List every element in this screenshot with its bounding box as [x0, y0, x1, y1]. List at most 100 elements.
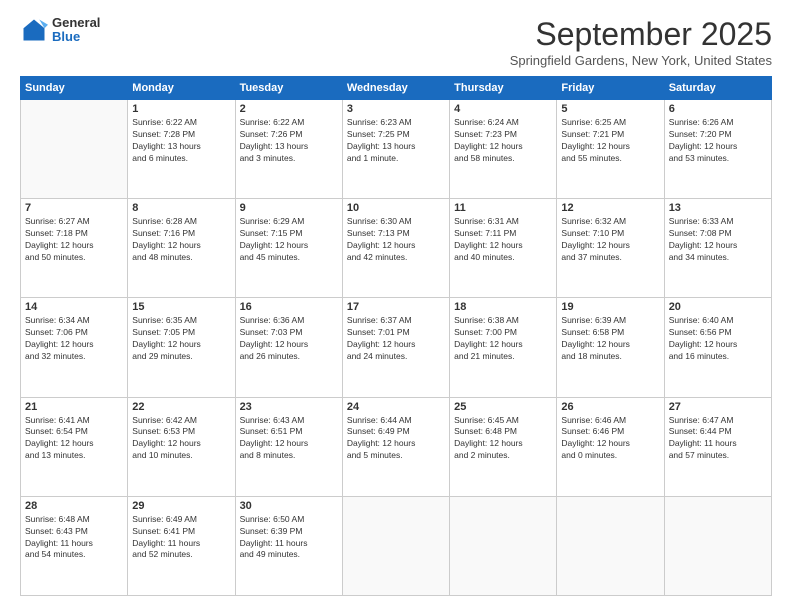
day-number: 27 [669, 401, 767, 413]
calendar-cell: 15Sunrise: 6:35 AMSunset: 7:05 PMDayligh… [128, 298, 235, 397]
cell-info: Sunrise: 6:28 AMSunset: 7:16 PMDaylight:… [132, 216, 230, 264]
day-number: 28 [25, 500, 123, 512]
calendar-week-row: 21Sunrise: 6:41 AMSunset: 6:54 PMDayligh… [21, 397, 772, 496]
day-number: 25 [454, 401, 552, 413]
calendar-cell: 2 Sunrise: 6:22 AMSunset: 7:26 PMDaylight… [235, 100, 342, 199]
day-number: 22 [132, 401, 230, 413]
calendar-cell: 25 Sunrise: 6:45 AMSunset: 6:48 PMDayligh… [450, 397, 557, 496]
day-number: 11 [454, 202, 552, 214]
calendar-cell: 12Sunrise: 6:32 AMSunset: 7:10 PMDayligh… [557, 199, 664, 298]
cell-info: Sunrise: 6:38 AMSunset: 7:00 PMDaylight:… [454, 315, 552, 363]
calendar-cell: 14 Sunrise: 6:34 AMSunset: 7:06 PMDayligh… [21, 298, 128, 397]
cell-info: Sunrise: 6:33 AMSunset: 7:08 PMDaylight:… [669, 216, 767, 264]
cell-info: Sunrise: 6:50 AMSunset: 6:39 PMDaylight:… [240, 514, 338, 562]
day-number: 14 [25, 301, 123, 313]
cell-info: Sunrise: 6:42 AMSunset: 6:53 PMDaylight:… [132, 415, 230, 463]
calendar-cell: 21Sunrise: 6:41 AMSunset: 6:54 PMDayligh… [21, 397, 128, 496]
cell-info: Sunrise: 6:37 AMSunset: 7:01 PMDaylight:… [347, 315, 445, 363]
calendar-week-row: 14 Sunrise: 6:34 AMSunset: 7:06 PMDayligh… [21, 298, 772, 397]
cell-info: Sunrise: 6:47 AMSunset: 6:44 PMDaylight:… [669, 415, 767, 463]
day-number: 3 [347, 103, 445, 115]
location: Springfield Gardens, New York, United St… [510, 53, 772, 68]
calendar-cell: 17Sunrise: 6:37 AMSunset: 7:01 PMDayligh… [342, 298, 449, 397]
calendar-cell: 20Sunrise: 6:40 AMSunset: 6:56 PMDayligh… [664, 298, 771, 397]
calendar-week-row: 1 Sunrise: 6:22 AMSunset: 7:28 PMDaylight… [21, 100, 772, 199]
calendar-cell: 24Sunrise: 6:44 AMSunset: 6:49 PMDayligh… [342, 397, 449, 496]
calendar-cell: 1 Sunrise: 6:22 AMSunset: 7:28 PMDaylight… [128, 100, 235, 199]
calendar-cell: 3 Sunrise: 6:23 AMSunset: 7:25 PMDaylight… [342, 100, 449, 199]
day-number: 13 [669, 202, 767, 214]
calendar-cell [342, 496, 449, 595]
title-block: September 2025 Springfield Gardens, New … [510, 16, 772, 68]
weekday-header: Saturday [664, 77, 771, 100]
cell-info: Sunrise: 6:45 AMSunset: 6:48 PMDaylight:… [454, 415, 552, 463]
day-number: 5 [561, 103, 659, 115]
calendar-week-row: 7Sunrise: 6:27 AMSunset: 7:18 PMDaylight… [21, 199, 772, 298]
logo-text: General Blue [52, 16, 100, 45]
cell-info: Sunrise: 6:49 AMSunset: 6:41 PMDaylight:… [132, 514, 230, 562]
day-number: 2 [240, 103, 338, 115]
calendar-cell: 16Sunrise: 6:36 AMSunset: 7:03 PMDayligh… [235, 298, 342, 397]
logo-blue: Blue [52, 30, 100, 44]
cell-info: Sunrise: 6:29 AMSunset: 7:15 PMDaylight:… [240, 216, 338, 264]
cell-info: Sunrise: 6:36 AMSunset: 7:03 PMDaylight:… [240, 315, 338, 363]
cell-info: Sunrise: 6:48 AMSunset: 6:43 PMDaylight:… [25, 514, 123, 562]
day-number: 15 [132, 301, 230, 313]
header: General Blue September 2025 Springfield … [20, 16, 772, 68]
cell-info: Sunrise: 6:39 AMSunset: 6:58 PMDaylight:… [561, 315, 659, 363]
day-number: 8 [132, 202, 230, 214]
calendar-cell: 7Sunrise: 6:27 AMSunset: 7:18 PMDaylight… [21, 199, 128, 298]
day-number: 1 [132, 103, 230, 115]
cell-info: Sunrise: 6:27 AMSunset: 7:18 PMDaylight:… [25, 216, 123, 264]
weekday-header: Sunday [21, 77, 128, 100]
calendar-cell: 18Sunrise: 6:38 AMSunset: 7:00 PMDayligh… [450, 298, 557, 397]
calendar-cell: 30 Sunrise: 6:50 AMSunset: 6:39 PMDayligh… [235, 496, 342, 595]
calendar-cell [450, 496, 557, 595]
day-number: 9 [240, 202, 338, 214]
cell-info: Sunrise: 6:22 AMSunset: 7:26 PMDaylight:… [240, 117, 338, 165]
calendar-table: SundayMondayTuesdayWednesdayThursdayFrid… [20, 76, 772, 596]
calendar-cell: 29 Sunrise: 6:49 AMSunset: 6:41 PMDayligh… [128, 496, 235, 595]
cell-info: Sunrise: 6:26 AMSunset: 7:20 PMDaylight:… [669, 117, 767, 165]
day-number: 19 [561, 301, 659, 313]
cell-info: Sunrise: 6:22 AMSunset: 7:28 PMDaylight:… [132, 117, 230, 165]
weekday-header: Friday [557, 77, 664, 100]
calendar-cell: 26Sunrise: 6:46 AMSunset: 6:46 PMDayligh… [557, 397, 664, 496]
cell-info: Sunrise: 6:34 AMSunset: 7:06 PMDaylight:… [25, 315, 123, 363]
calendar-week-row: 28 Sunrise: 6:48 AMSunset: 6:43 PMDayligh… [21, 496, 772, 595]
weekday-header: Thursday [450, 77, 557, 100]
calendar-cell: 6 Sunrise: 6:26 AMSunset: 7:20 PMDaylight… [664, 100, 771, 199]
calendar-cell: 13 Sunrise: 6:33 AMSunset: 7:08 PMDayligh… [664, 199, 771, 298]
day-number: 23 [240, 401, 338, 413]
cell-info: Sunrise: 6:44 AMSunset: 6:49 PMDaylight:… [347, 415, 445, 463]
calendar-cell: 23 Sunrise: 6:43 AMSunset: 6:51 PMDayligh… [235, 397, 342, 496]
day-number: 10 [347, 202, 445, 214]
cell-info: Sunrise: 6:31 AMSunset: 7:11 PMDaylight:… [454, 216, 552, 264]
day-number: 29 [132, 500, 230, 512]
calendar-cell: 19 Sunrise: 6:39 AMSunset: 6:58 PMDayligh… [557, 298, 664, 397]
calendar-cell: 11 Sunrise: 6:31 AMSunset: 7:11 PMDayligh… [450, 199, 557, 298]
calendar-cell: 22 Sunrise: 6:42 AMSunset: 6:53 PMDayligh… [128, 397, 235, 496]
calendar-cell [664, 496, 771, 595]
cell-info: Sunrise: 6:25 AMSunset: 7:21 PMDaylight:… [561, 117, 659, 165]
cell-info: Sunrise: 6:30 AMSunset: 7:13 PMDaylight:… [347, 216, 445, 264]
day-number: 6 [669, 103, 767, 115]
calendar-cell: 27 Sunrise: 6:47 AMSunset: 6:44 PMDayligh… [664, 397, 771, 496]
calendar-cell: 5 Sunrise: 6:25 AMSunset: 7:21 PMDaylight… [557, 100, 664, 199]
cell-info: Sunrise: 6:41 AMSunset: 6:54 PMDaylight:… [25, 415, 123, 463]
weekday-header-row: SundayMondayTuesdayWednesdayThursdayFrid… [21, 77, 772, 100]
cell-info: Sunrise: 6:46 AMSunset: 6:46 PMDaylight:… [561, 415, 659, 463]
cell-info: Sunrise: 6:23 AMSunset: 7:25 PMDaylight:… [347, 117, 445, 165]
calendar-cell: 10 Sunrise: 6:30 AMSunset: 7:13 PMDayligh… [342, 199, 449, 298]
calendar-cell: 4Sunrise: 6:24 AMSunset: 7:23 PMDaylight… [450, 100, 557, 199]
day-number: 30 [240, 500, 338, 512]
logo: General Blue [20, 16, 100, 45]
page: General Blue September 2025 Springfield … [0, 0, 792, 612]
calendar-cell [557, 496, 664, 595]
weekday-header: Monday [128, 77, 235, 100]
weekday-header: Tuesday [235, 77, 342, 100]
cell-info: Sunrise: 6:43 AMSunset: 6:51 PMDaylight:… [240, 415, 338, 463]
logo-general: General [52, 16, 100, 30]
calendar-cell [21, 100, 128, 199]
logo-icon [20, 16, 48, 44]
